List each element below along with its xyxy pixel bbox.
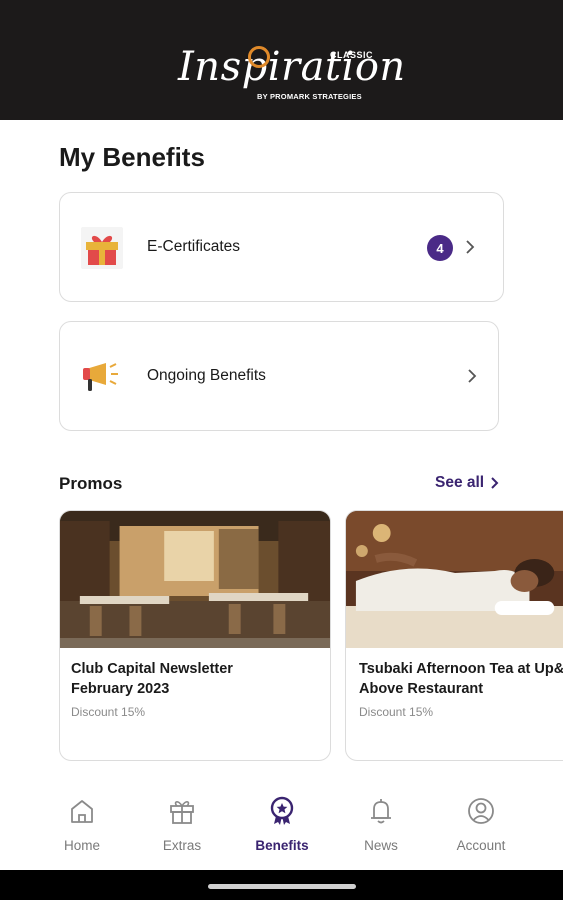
award-badge-icon [270, 796, 294, 825]
megaphone-icon [83, 363, 118, 391]
nav-label: Account [456, 838, 506, 853]
nav-label: Benefits [255, 838, 309, 853]
inspiration-logo: Inspiration CLASSIC BY PROMARK STRATEGIE… [178, 40, 405, 112]
promo-discount: Discount 15% [359, 705, 434, 719]
promo-discount: Discount 15% [71, 705, 146, 719]
gift-icon [81, 227, 123, 269]
promo-card[interactable]: Club Capital Newsletter February 2023 Di… [59, 510, 331, 761]
nav-label: Extras [162, 838, 202, 853]
promo-title-line2: Above Restaurant [359, 681, 484, 697]
see-all-link[interactable]: See all [435, 474, 500, 492]
chevron-right-icon [491, 477, 499, 489]
promo-card[interactable]: Tsubaki Afternoon Tea at Up& Above Resta… [345, 510, 563, 761]
restaurant-interior-photo [60, 511, 330, 648]
nav-extras[interactable]: Extras [137, 796, 227, 853]
page-title: My Benefits [59, 142, 205, 172]
bell-icon [371, 799, 391, 824]
logo-classic-label: CLASSIC [330, 50, 374, 60]
nav-label: Home [63, 838, 100, 853]
ongoing-benefits-card[interactable]: Ongoing Benefits [59, 321, 499, 431]
nav-home[interactable]: Home [37, 796, 127, 853]
see-all-label: See all [435, 474, 485, 491]
benefit-label: Ongoing Benefits [147, 367, 266, 384]
nav-account[interactable]: Account [436, 796, 526, 853]
nav-benefits[interactable]: Benefits [237, 796, 327, 853]
app-header: Inspiration CLASSIC BY PROMARK STRATEGIE… [0, 0, 563, 120]
spa-massage-photo [346, 511, 563, 648]
e-certificates-card[interactable]: E-Certificates 4 [59, 192, 504, 302]
chevron-right-icon [468, 369, 477, 383]
benefit-label: E-Certificates [147, 238, 241, 255]
promo-title: Club Capital Newsletter February 2023 [71, 661, 233, 697]
promo-title: Tsubaki Afternoon Tea at Up& Above Resta… [359, 659, 563, 699]
user-circle-icon [468, 798, 494, 824]
count-badge: 4 [427, 235, 453, 261]
nav-news[interactable]: News [336, 796, 426, 853]
nav-label: News [364, 838, 398, 853]
system-navigation-bar [0, 870, 563, 900]
chevron-right-icon [466, 240, 475, 254]
logo-byline: BY PROMARK STRATEGIES [257, 92, 362, 101]
home-icon [71, 800, 93, 823]
bottom-navigation: Home Extras Benefits News Account [0, 780, 563, 870]
home-gesture-pill[interactable] [208, 884, 356, 889]
gift-outline-icon [170, 801, 194, 824]
promos-heading: Promos [59, 474, 123, 493]
logo-ring-icon [248, 46, 270, 68]
promo-title-line1: Tsubaki Afternoon Tea at Up& [359, 661, 563, 677]
